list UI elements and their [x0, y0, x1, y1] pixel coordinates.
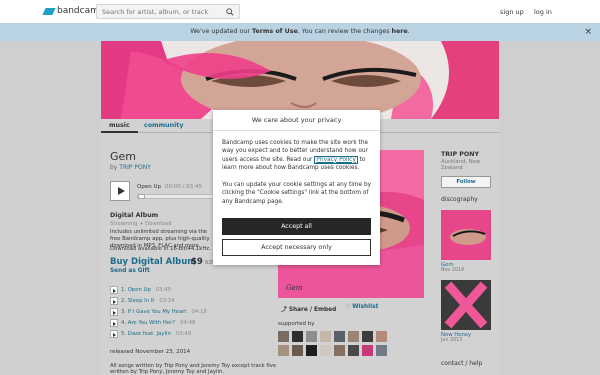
notice-text-post: . [407, 28, 410, 35]
player-track-info: Open Up 00:00 / 03:45 [137, 184, 202, 190]
avatar[interactable] [362, 345, 373, 356]
track-play-button[interactable] [110, 330, 118, 338]
share-embed-button[interactable]: ⤴ Share / Embed [281, 304, 336, 313]
track-label[interactable]: 2. Sleep In It [121, 298, 154, 304]
track-play-button[interactable] [110, 297, 118, 305]
notice-text-mid: . You can review the changes [297, 28, 392, 35]
avatar[interactable] [278, 331, 289, 342]
avatar[interactable] [362, 331, 373, 342]
track-title-link[interactable]: 2. Sleep In It 03:24 [121, 298, 175, 304]
artist-link[interactable]: TRIP PONY [119, 164, 151, 171]
terms-of-use-link[interactable]: Terms of Use [252, 28, 298, 35]
track-row: 2. Sleep In It 03:24 [110, 297, 240, 307]
track-label[interactable]: 5. Daze feat. Jaylin [121, 331, 171, 337]
follow-button[interactable]: Follow [441, 176, 491, 188]
track-time: 03:49 [175, 331, 192, 337]
download-quality: Download available in 16-bit/44.1kHz. [110, 246, 211, 252]
discography-heading: discography [441, 196, 478, 203]
search-box [96, 4, 240, 19]
notice-here-link[interactable]: here [392, 28, 408, 35]
terms-notice-bar: We've updated our Terms of Use. You can … [0, 23, 600, 41]
track-play-button[interactable] [110, 286, 118, 294]
privacy-policy-link[interactable]: Privacy Policy [314, 155, 358, 164]
notice-text-pre: We've updated our [190, 28, 252, 35]
track-title-link[interactable]: 5. Daze feat. Jaylin 03:49 [121, 331, 191, 337]
discography-item-gem-date: Nov 2014 [441, 268, 465, 273]
player-time: 00:00 / 03:45 [164, 184, 203, 190]
accept-necessary-button[interactable]: Accept necessary only [222, 239, 371, 256]
share-icon: ⤴ [281, 307, 289, 313]
track-play-button[interactable] [110, 319, 118, 327]
cookie-consent-dialog: We care about your privacy Bandcamp uses… [213, 110, 380, 265]
tab-community[interactable]: community [144, 122, 183, 129]
avatar[interactable] [348, 331, 359, 342]
close-icon[interactable]: × [584, 23, 592, 41]
avatar[interactable] [376, 345, 387, 356]
discography-item-gem-art[interactable] [441, 210, 491, 260]
track-row: 4. Are You With Her? 04:48 [110, 319, 240, 329]
search-icon[interactable] [226, 8, 234, 16]
track-row: 5. Daze feat. Jaylin 03:49 [110, 330, 240, 340]
avatar[interactable] [320, 331, 331, 342]
avatar[interactable] [306, 345, 317, 356]
track-title-link[interactable]: 3. If I Gave You My Heart 04:18 [121, 309, 207, 315]
top-header: bandcamp sign up log in [0, 0, 600, 23]
artist-banner-image [101, 41, 499, 119]
avatar[interactable] [292, 331, 303, 342]
progress-thumb[interactable] [138, 194, 145, 199]
release-date: released November 23, 2014 [110, 349, 191, 355]
tab-music[interactable]: music [101, 122, 138, 133]
avatar[interactable] [306, 331, 317, 342]
sign-up-link[interactable]: sign up [500, 8, 524, 16]
send-as-gift-link[interactable]: Send as Gift [110, 268, 150, 274]
track-time: 04:48 [180, 320, 196, 326]
album-byline: by TRIP PONY [110, 164, 151, 171]
bandcamp-logo-icon [42, 7, 56, 15]
cookie-dialog-title: We care about your privacy [213, 110, 380, 131]
track-label[interactable]: 4. Are You With Her? [121, 320, 175, 326]
track-row: 1. Open Up 03:45 [110, 286, 240, 296]
track-play-button[interactable] [110, 308, 118, 316]
track-label[interactable]: 3. If I Gave You My Heart [121, 309, 186, 315]
avatar[interactable] [320, 345, 331, 356]
avatar[interactable] [376, 331, 387, 342]
track-time: 04:18 [191, 309, 207, 315]
avatar[interactable] [348, 345, 359, 356]
discography-item-now-honey-date: Jun 2013 [441, 338, 463, 343]
price-value: $9 [191, 257, 203, 267]
album-credits: All songs written by Trip Pony and Jerem… [110, 363, 277, 375]
wishlist-button[interactable]: ♡ Wishlist [345, 304, 378, 310]
track-label[interactable]: 1. Open Up [121, 287, 151, 293]
avatar[interactable] [278, 345, 289, 356]
album-title: Gem [110, 150, 137, 163]
track-time: 03:45 [155, 287, 172, 293]
avatar[interactable] [334, 331, 345, 342]
track-time: 03:24 [159, 298, 175, 304]
byline-prefix: by [110, 164, 120, 171]
buy-digital-album-link[interactable]: Buy Digital Album [110, 257, 196, 267]
streaming-download-label: Streaming + Download [110, 221, 172, 227]
contact-help-link[interactable]: contact / help [441, 360, 482, 367]
cover-caption: Gem [286, 284, 303, 292]
cookie-dialog-text: Bandcamp uses cookies to make the site w… [222, 139, 374, 172]
player-track-title: Open Up [137, 184, 161, 190]
sidebar-artist-location: Auckland, New Zealand [441, 159, 481, 171]
play-button[interactable] [110, 181, 130, 201]
digital-album-heading: Digital Album [110, 212, 159, 219]
avatar[interactable] [292, 345, 303, 356]
accept-all-button[interactable]: Accept all [222, 218, 371, 235]
discography-item-now-honey-art[interactable] [441, 280, 491, 330]
avatar[interactable] [334, 345, 345, 356]
sidebar-artist-name[interactable]: TRIP PONY [441, 151, 479, 158]
track-title-link[interactable]: 1. Open Up 03:45 [121, 287, 171, 293]
wishlist-label[interactable]: Wishlist [352, 304, 378, 310]
cookie-settings-text: You can update your cookie settings at a… [222, 182, 372, 205]
track-row: 3. If I Gave You My Heart 04:18 [110, 308, 240, 318]
track-title-link[interactable]: 4. Are You With Her? 04:48 [121, 320, 195, 326]
search-input[interactable] [97, 5, 221, 18]
log-in-link[interactable]: log in [534, 8, 552, 16]
share-label[interactable]: Share / Embed [289, 307, 336, 313]
supported-by-heading: supported by [278, 321, 315, 327]
